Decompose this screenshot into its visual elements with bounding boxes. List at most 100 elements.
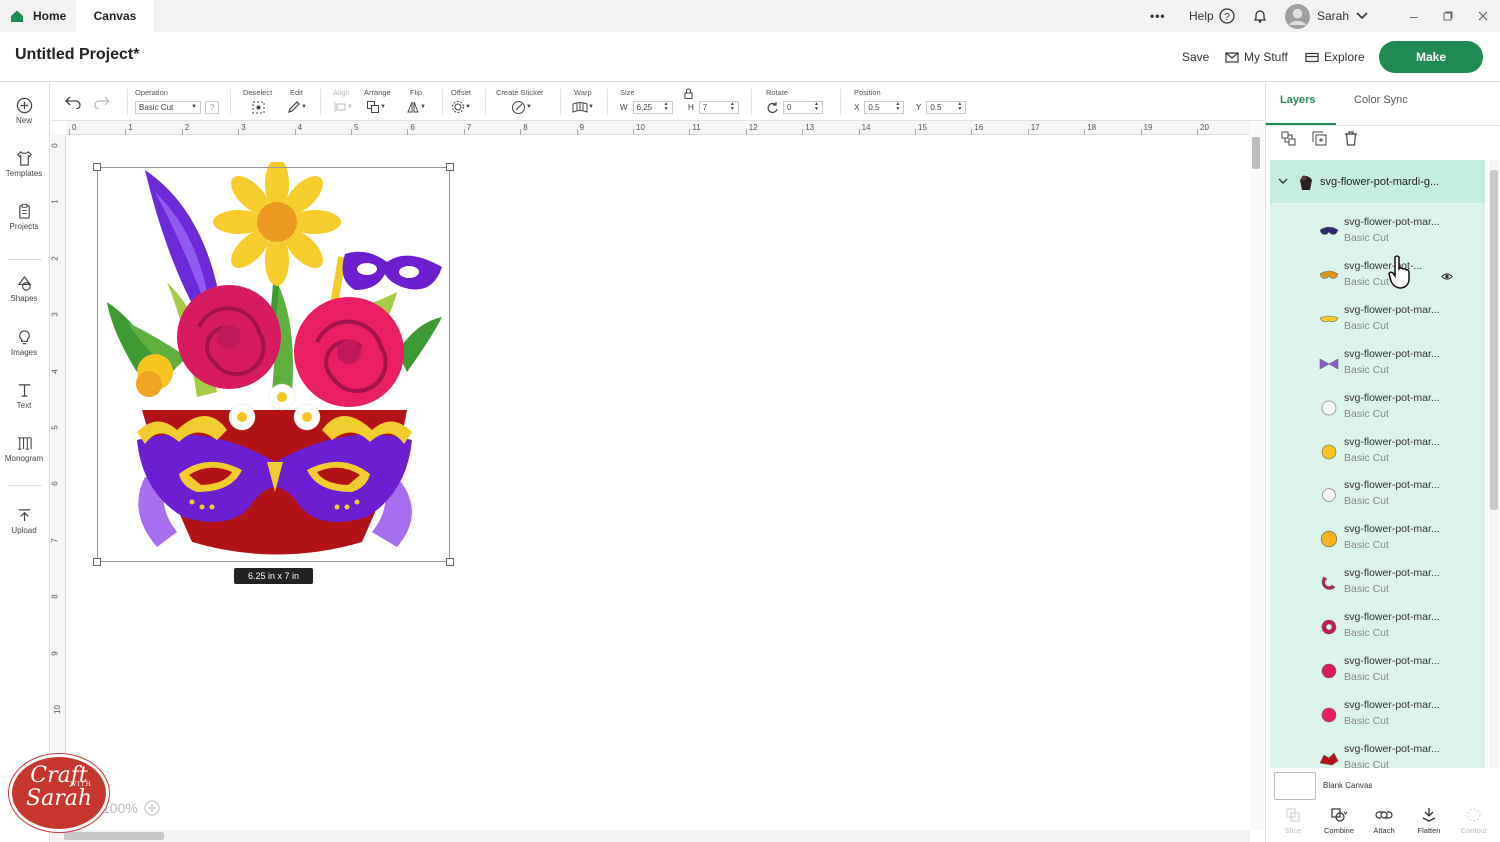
y-position-field[interactable]: Y 0.5 ▲ ▼ <box>916 100 967 114</box>
canvas-vertical-scroll-thumb[interactable] <box>1252 137 1260 169</box>
sidebar-item-monogram[interactable]: Monogram <box>0 435 48 463</box>
layer-row[interactable]: svg-flower-pot-mar... Basic Cut <box>1270 649 1485 693</box>
ruler-tick <box>915 129 916 135</box>
arrange-dropdown[interactable]: ▼ <box>366 100 386 114</box>
project-title[interactable]: Untitled Project* <box>15 46 139 64</box>
resize-handle[interactable] <box>446 558 454 566</box>
layer-row[interactable]: svg-flower-pot-mar... Basic Cut <box>1270 430 1485 474</box>
notifications-button[interactable] <box>1252 0 1268 32</box>
sidebar-item-upload[interactable]: Upload <box>0 507 48 535</box>
operation-select[interactable]: Basic Cut ▼ ? <box>135 100 219 114</box>
sidebar-item-templates[interactable]: Templates <box>0 150 48 178</box>
resize-handle[interactable] <box>93 558 101 566</box>
sidebar-item-images[interactable]: Images <box>0 329 48 357</box>
stepper-icon[interactable]: ▲ ▼ <box>895 102 900 112</box>
align-dropdown[interactable]: ▼ <box>333 100 353 114</box>
sidebar-item-text[interactable]: Text <box>0 382 48 410</box>
tab-canvas[interactable]: Canvas <box>76 0 154 32</box>
explore-button[interactable]: Explore <box>1305 50 1365 64</box>
flatten-button[interactable]: Flatten <box>1406 807 1452 835</box>
layer-row[interactable]: svg-flower-pot-mar... Basic Cut <box>1270 693 1485 737</box>
tab-home[interactable]: Home <box>0 0 76 32</box>
attach-button[interactable]: Attach <box>1361 807 1407 835</box>
flatten-label: Flatten <box>1417 826 1441 835</box>
layer-row[interactable]: svg-flower-pot-mar... Basic Cut <box>1270 386 1485 430</box>
layer-row[interactable]: svg-flower-pot-mar... Basic Cut <box>1270 517 1485 561</box>
resize-handle[interactable] <box>446 163 454 171</box>
ruler-tick <box>520 129 522 135</box>
minimize-button[interactable]: – <box>1410 0 1418 32</box>
more-menu-button[interactable]: ••• <box>1150 0 1166 32</box>
layer-group-row[interactable]: svg-flower-pot-mardi-g... <box>1270 160 1485 203</box>
flip-dropdown[interactable]: ▼ <box>406 100 426 114</box>
zoom-control[interactable]: 100% <box>102 800 160 816</box>
slice-button[interactable]: Slice <box>1270 807 1316 835</box>
sidebar-item-shapes[interactable]: Shapes <box>0 275 48 303</box>
canvas-vertical-scrollbar[interactable] <box>1250 121 1264 830</box>
trash-icon[interactable] <box>1344 131 1358 146</box>
user-menu[interactable]: Sarah <box>1285 0 1368 32</box>
edit-dropdown[interactable]: ▼ <box>287 100 307 114</box>
layer-name: svg-flower-pot-mar... <box>1344 479 1440 492</box>
layer-row[interactable]: svg-flower-pot-mar... Basic Cut <box>1270 298 1485 342</box>
layer-row[interactable]: svg-flower-pot-mar... Basic Cut <box>1270 737 1485 768</box>
layer-row[interactable]: svg-flower-pot-... Basic Cut <box>1270 254 1485 298</box>
bulb-icon <box>18 330 30 345</box>
contour-button[interactable]: Contour <box>1451 807 1497 835</box>
duplicate-icon[interactable] <box>1312 131 1327 146</box>
width-field[interactable]: W 6.25 ▲ ▼ <box>620 100 673 114</box>
sidebar-item-new[interactable]: New <box>0 97 48 125</box>
ruler-number: 9 <box>579 123 585 132</box>
tab-layers[interactable]: Layers <box>1280 94 1315 106</box>
layer-row[interactable]: svg-flower-pot-mar... Basic Cut <box>1270 561 1485 605</box>
layer-name: svg-flower-pot-mar... <box>1344 523 1440 536</box>
stepper-icon[interactable]: ▲ ▼ <box>664 102 669 112</box>
stepper-icon[interactable]: ▲ ▼ <box>730 102 735 112</box>
layer-row[interactable]: svg-flower-pot-mar... Basic Cut <box>1270 605 1485 649</box>
deselect-icon[interactable] <box>251 100 266 115</box>
flip-icon <box>407 101 419 113</box>
rotate-value: 0 <box>787 102 792 112</box>
operation-help-icon[interactable]: ? <box>205 100 219 114</box>
canvas-horizontal-scroll-thumb[interactable] <box>64 832 164 840</box>
redo-icon[interactable] <box>94 95 110 109</box>
resize-handle[interactable] <box>93 163 101 171</box>
layer-thumbnail-icon <box>1321 400 1337 415</box>
rotate-field[interactable]: 0 ▲ ▼ <box>766 100 823 114</box>
stepper-icon[interactable]: ▲ ▼ <box>957 102 962 112</box>
ruler-vertical: 0 1 2 3 4 5 6 7 8 9 10 <box>51 135 66 830</box>
undo-icon[interactable] <box>65 95 81 109</box>
canvas-horizontal-scrollbar[interactable] <box>51 830 1250 842</box>
layer-scroll-thumb[interactable] <box>1490 170 1498 510</box>
offset-dropdown[interactable]: ▼ <box>451 100 471 114</box>
height-field[interactable]: H 7 ▲ ▼ <box>688 100 739 114</box>
restore-button[interactable] <box>1443 0 1453 32</box>
close-button[interactable] <box>1478 0 1488 32</box>
eye-icon[interactable] <box>1441 272 1453 281</box>
layer-operation: Basic Cut <box>1344 714 1389 727</box>
selection-bounding-box[interactable] <box>97 167 450 562</box>
group-icon[interactable] <box>1281 131 1296 146</box>
layer-row[interactable]: svg-flower-pot-mar... Basic Cut <box>1270 210 1485 254</box>
x-position-field[interactable]: X 0.5 ▲ ▼ <box>854 100 905 114</box>
ruler-tick <box>407 129 409 135</box>
sidebar-item-projects[interactable]: Projects <box>0 203 48 231</box>
layer-row[interactable]: svg-flower-pot-mar... Basic Cut <box>1270 342 1485 386</box>
my-stuff-button[interactable]: My Stuff <box>1225 50 1288 64</box>
tab-color-sync[interactable]: Color Sync <box>1354 94 1408 106</box>
ruler-number: 17 <box>1030 123 1040 132</box>
help-button[interactable]: Help ? <box>1189 0 1235 32</box>
create-sticker-dropdown[interactable]: ▼ <box>511 100 532 114</box>
warp-dropdown[interactable]: ▼ <box>572 100 594 114</box>
stepper-icon[interactable]: ▲ ▼ <box>814 102 819 112</box>
lock-icon[interactable] <box>684 88 693 99</box>
combine-button[interactable]: Combine <box>1316 807 1362 835</box>
layer-row[interactable]: svg-flower-pot-mar... Basic Cut <box>1270 473 1485 517</box>
save-button[interactable]: Save <box>1182 50 1209 64</box>
chevron-down-icon[interactable] <box>1278 178 1288 185</box>
blank-canvas-swatch[interactable] <box>1274 772 1316 800</box>
ruler-number: 4 <box>50 368 60 374</box>
make-button[interactable]: Make <box>1379 41 1483 73</box>
ruler-tick <box>633 129 634 135</box>
zoom-in-icon[interactable] <box>144 800 160 816</box>
